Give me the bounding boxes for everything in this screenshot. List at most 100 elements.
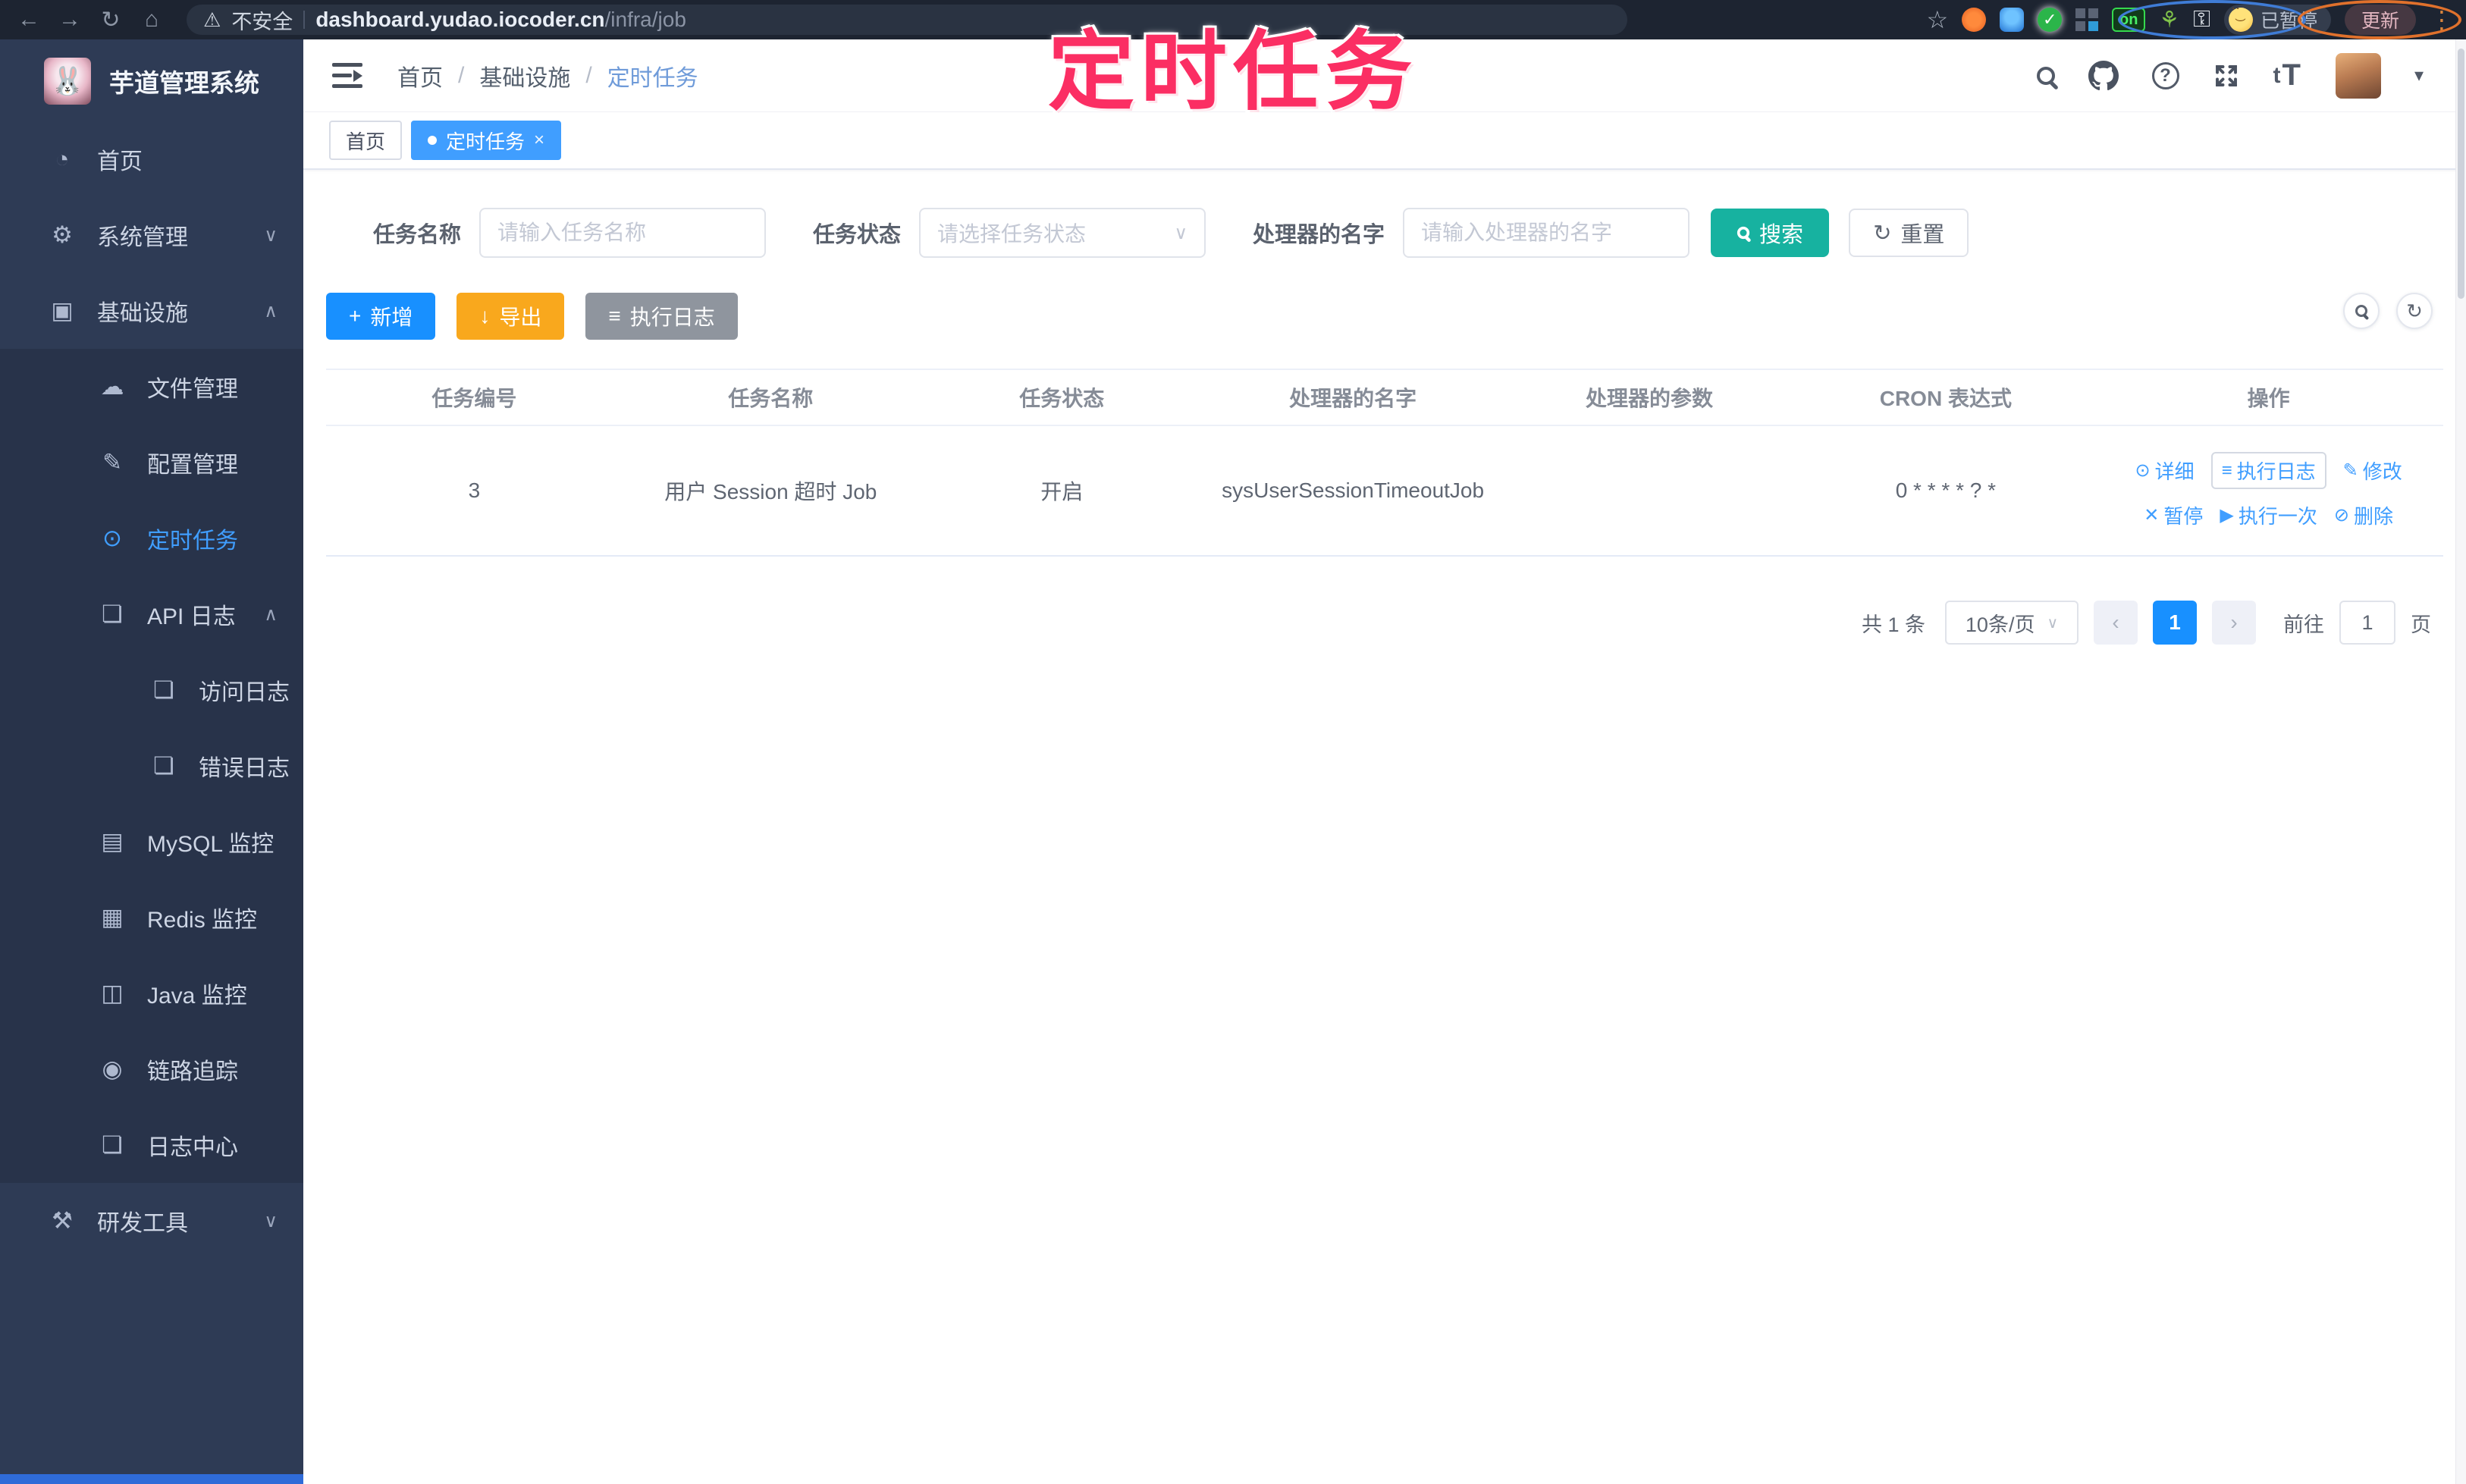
sidebar-item-config-management[interactable]: ✎ 配置管理 (0, 425, 303, 500)
github-icon[interactable] (2088, 60, 2119, 91)
add-button[interactable]: + 新增 (326, 293, 436, 340)
sync-paused-label: 已暂停 (2260, 11, 2317, 32)
extensions-puzzle-icon[interactable]: ⚿ (2193, 7, 2210, 33)
page-url: dashboard.yudao.iocoder.cn/infra/job (315, 8, 686, 32)
bookmark-star-icon[interactable]: ☆ (1927, 5, 1949, 34)
extension-on-toggle[interactable]: on (2112, 8, 2146, 32)
breadcrumb-home[interactable]: 首页 (397, 59, 443, 93)
tab-label: 首页 (346, 130, 386, 153)
sidebar-item-java-monitor[interactable]: ◫ Java 监控 (0, 955, 303, 1031)
address-bar[interactable]: ⚠ 不安全 dashboard.yudao.iocoder.cn/infra/j… (187, 5, 1627, 35)
page-unit-label: 页 (2411, 613, 2431, 636)
page-size-value: 10条/页 (1965, 613, 2035, 636)
sidebar-item-error-logs[interactable]: ❏ 错误日志 (0, 728, 303, 804)
sidebar-item-label: 日志中心 (147, 1135, 238, 1160)
handler-name-input[interactable] (1403, 208, 1690, 258)
tab-scheduled-jobs[interactable]: 定时任务 × (411, 121, 562, 160)
export-button[interactable]: ↓ 导出 (456, 293, 565, 340)
sidebar-item-file-management[interactable]: ☁ 文件管理 (0, 349, 303, 425)
security-warning-icon[interactable]: ⚠ (203, 8, 221, 32)
select-placeholder: 请选择任务状态 (937, 222, 1087, 246)
security-label: 不安全 (231, 10, 293, 33)
page-scrollbar (2455, 39, 2466, 1484)
search-button[interactable]: 搜索 (1711, 209, 1830, 257)
current-page-button[interactable]: 1 (2153, 601, 2197, 645)
edit-icon: ✎ (102, 449, 122, 475)
job-status-select[interactable]: 请选择任务状态 ∨ (919, 208, 1206, 258)
logo-image: 🐰 (44, 58, 91, 105)
log-icon: ❏ (102, 1131, 123, 1158)
sidebar-item-dev-tools[interactable]: ⚒ 研发工具 ∨ (0, 1183, 303, 1259)
browser-chrome: ← → ↻ ⌂ ⚠ 不安全 dashboard.yudao.iocoder.cn… (0, 0, 2466, 39)
page-header: 首页 / 基础设施 / 定时任务 ? tT ▾ (303, 39, 2466, 112)
browser-reload-icon[interactable]: ↻ (94, 5, 127, 35)
sidebar-item-api-logs[interactable]: ❏ API 日志 ∧ (0, 576, 303, 652)
sidebar-item-tracing[interactable]: ◉ 链路追踪 (0, 1031, 303, 1107)
close-icon[interactable]: × (534, 130, 544, 151)
extension-grid-icon[interactable] (2075, 8, 2099, 31)
page-content: 任务名称 任务状态 请选择任务状态 ∨ 处理器的名字 搜索 ↻ 重置 (303, 170, 2466, 645)
extension-green-check-icon[interactable]: ✓ (2038, 8, 2063, 32)
toggle-search-button[interactable] (2343, 293, 2380, 329)
extension-orange-icon[interactable] (1962, 8, 1987, 32)
search-icon[interactable] (2036, 66, 2055, 85)
prev-page-button[interactable]: ‹ (2094, 601, 2138, 645)
download-icon: ↓ (479, 304, 491, 328)
goto-page-input[interactable] (2339, 601, 2395, 645)
breadcrumb-infrastructure[interactable]: 基础设施 (479, 59, 570, 93)
filter-form: 任务名称 任务状态 请选择任务状态 ∨ 处理器的名字 搜索 ↻ 重置 (373, 208, 2443, 258)
profile-paused-chip[interactable]: 已暂停 (2223, 5, 2331, 35)
sidebar-item-log-center[interactable]: ❏ 日志中心 (0, 1107, 303, 1183)
sidebar-item-access-logs[interactable]: ❏ 访问日志 (0, 652, 303, 728)
export-button-label: 导出 (499, 306, 542, 329)
tab-home[interactable]: 首页 (329, 121, 403, 160)
run-once-link[interactable]: ▶ 执行一次 (2220, 501, 2317, 529)
font-size-icon[interactable]: tT (2273, 58, 2302, 93)
user-menu-caret-icon[interactable]: ▾ (2414, 64, 2424, 86)
chevron-up-icon: ∧ (264, 300, 278, 322)
sidebar-item-redis-monitor[interactable]: ▦ Redis 监控 (0, 880, 303, 955)
page-size-select[interactable]: 10条/页 ∨ (1945, 601, 2079, 645)
user-avatar[interactable] (2335, 52, 2381, 99)
tab-label: 定时任务 (446, 130, 526, 153)
reset-button[interactable]: ↻ 重置 (1849, 209, 1969, 257)
sidebar-item-label: MySQL 监控 (147, 832, 275, 857)
sidebar-item-home[interactable]: ◔ 首页 (0, 121, 303, 197)
job-status-label: 任务状态 (813, 223, 902, 247)
browser-update-button[interactable]: 更新 (2344, 5, 2416, 35)
timer-icon: ⊙ (102, 525, 122, 551)
browser-menu-icon[interactable]: ⋮ (2430, 5, 2454, 34)
extension-leaf-icon[interactable]: ⚘ (2159, 7, 2179, 33)
scrollbar-thumb[interactable] (2458, 49, 2464, 299)
next-page-button[interactable]: › (2212, 601, 2256, 645)
extension-blue-icon[interactable] (2000, 8, 2025, 32)
browser-home-icon[interactable]: ⌂ (135, 5, 168, 35)
row-execution-log-link[interactable]: ≡ 执行日志 (2210, 452, 2326, 489)
sidebar-scrollbar[interactable] (0, 1474, 303, 1484)
sidebar-item-infrastructure[interactable]: ▣ 基础设施 ∧ (0, 273, 303, 349)
col-actions: 操作 (2094, 369, 2443, 426)
sidebar-item-system-management[interactable]: ⚙ 系统管理 ∨ (0, 197, 303, 273)
edit-label: 修改 (2362, 460, 2402, 483)
edit-icon: ✎ (2342, 460, 2358, 481)
sidebar-item-scheduled-jobs[interactable]: ⊙ 定时任务 (0, 500, 303, 576)
help-icon[interactable]: ? (2151, 61, 2179, 89)
edit-link[interactable]: ✎ 修改 (2343, 456, 2402, 485)
execution-log-button[interactable]: ≡ 执行日志 (585, 293, 738, 340)
chevron-down-icon: ∨ (1174, 222, 1188, 243)
sidebar-item-mysql-monitor[interactable]: ▤ MySQL 监控 (0, 804, 303, 880)
sidebar-collapse-icon[interactable] (332, 62, 362, 89)
refresh-button[interactable]: ↻ (2396, 293, 2433, 329)
pause-link[interactable]: ✕ 暂停 (2144, 501, 2203, 529)
fullscreen-icon[interactable] (2213, 62, 2240, 89)
app-logo[interactable]: 🐰 芋道管理系统 (0, 39, 303, 121)
eye-icon: ⊙ (2135, 460, 2151, 481)
col-job-id: 任务编号 (326, 369, 623, 426)
job-name-input[interactable] (479, 208, 767, 258)
delete-link[interactable]: ⊘ 删除 (2334, 501, 2393, 529)
total-count: 共 1 条 (1861, 613, 1925, 636)
pagination: 共 1 条 10条/页 ∨ ‹ 1 › 前往 页 (326, 601, 2443, 645)
browser-back-icon[interactable]: ← (12, 5, 45, 35)
detail-link[interactable]: ⊙ 详细 (2135, 456, 2195, 485)
browser-forward-icon[interactable]: → (53, 5, 86, 35)
